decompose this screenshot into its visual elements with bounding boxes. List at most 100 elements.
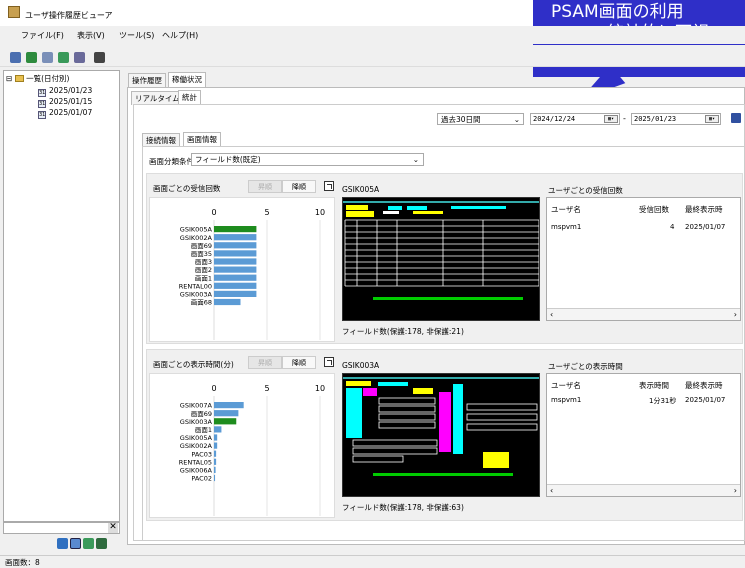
binoculars-icon[interactable]: [94, 52, 105, 63]
category-label: GSIK006A: [180, 467, 213, 475]
grid-header[interactable]: ユーザ名: [551, 380, 581, 391]
expand-icon[interactable]: [324, 181, 334, 191]
grid-header[interactable]: 受信回数: [639, 204, 669, 215]
bar[interactable]: [214, 226, 257, 233]
view-icon-1[interactable]: [57, 538, 68, 549]
grid-cell[interactable]: mspvm1: [551, 223, 581, 231]
category-label: 画面1: [195, 274, 212, 282]
horizontal-scrollbar[interactable]: ‹ ›: [547, 484, 740, 496]
tab-operation-history[interactable]: 操作履歴: [128, 73, 166, 87]
axis-tick-label: 5: [264, 384, 269, 393]
calendar-icon: 31: [38, 89, 46, 97]
tab-realtime[interactable]: リアルタイム: [131, 91, 184, 105]
bar[interactable]: [214, 274, 257, 281]
category-label: RENTAL00: [179, 282, 212, 290]
sort-ascending-button[interactable]: 昇順: [248, 356, 282, 369]
expand-icon[interactable]: [324, 357, 334, 367]
calendar-dropdown-icon: ▦▾: [705, 115, 719, 123]
bar[interactable]: [214, 402, 244, 409]
refresh-icon[interactable]: [26, 52, 37, 63]
date-from-field[interactable]: 2024/12/24 ▦▾: [530, 113, 620, 125]
grid-cell[interactable]: 4: [670, 223, 674, 231]
tree-item-date[interactable]: 31 2025/01/23: [38, 86, 92, 97]
menu-help[interactable]: ヘルプ(H): [162, 30, 198, 41]
tab-statistics[interactable]: 統計: [178, 90, 201, 105]
app-icon: [8, 6, 20, 18]
bar[interactable]: [214, 266, 257, 273]
screen-preview: [342, 197, 540, 321]
bar[interactable]: [214, 442, 218, 449]
scroll-right-icon: ›: [733, 310, 737, 319]
bar[interactable]: [214, 434, 218, 441]
tab-screen-info[interactable]: 画面情報: [183, 132, 221, 147]
bar[interactable]: [214, 242, 257, 249]
bar[interactable]: [214, 450, 217, 457]
filter-icon[interactable]: [58, 52, 69, 63]
tab-operation-status[interactable]: 稼働状況: [168, 72, 206, 88]
sort-descending-button[interactable]: 降順: [282, 180, 316, 193]
axis-tick-label: 0: [211, 208, 216, 217]
horizontal-scrollbar[interactable]: ‹ ›: [547, 308, 740, 320]
scroll-left-icon: ‹: [550, 310, 554, 319]
menu-file[interactable]: ファイル(F): [21, 30, 64, 41]
sort-ascending-button[interactable]: 昇順: [248, 180, 282, 193]
grid-cell[interactable]: 2025/01/07: [685, 223, 725, 231]
bar[interactable]: [214, 250, 257, 257]
calendar-icon: 31: [38, 100, 46, 108]
display-user-grid: ユーザ名 表示時間 最終表示時 mspvm1 1分31秒 2025/01/07 …: [546, 373, 741, 497]
tree-root[interactable]: ⊟ 一覧(日付別): [6, 73, 69, 84]
toolbar: [0, 45, 745, 67]
category-label: 画面35: [191, 250, 212, 258]
date-separator: -: [623, 114, 626, 123]
grid-header[interactable]: 最終表示時: [685, 380, 723, 391]
condition-label: 画面分類条件: [149, 157, 194, 166]
calendar-icon: 31: [38, 111, 46, 119]
export-icon[interactable]: [42, 52, 53, 63]
grid-cell[interactable]: mspvm1: [551, 396, 581, 404]
category-label: 画面69: [191, 410, 212, 418]
bar[interactable]: [214, 234, 257, 241]
range-select[interactable]: 過去30日間 ⌄: [437, 113, 524, 125]
bar[interactable]: [214, 258, 257, 265]
view-icon-4[interactable]: [96, 538, 107, 549]
axis-tick-label: 10: [315, 208, 325, 217]
menu-view[interactable]: 表示(V): [77, 30, 105, 41]
tab-connection-info[interactable]: 接続情報: [142, 133, 180, 147]
open-icon[interactable]: [10, 52, 21, 63]
grid-header[interactable]: 最終表示時: [685, 204, 723, 215]
settings-icon[interactable]: [74, 52, 85, 63]
bar[interactable]: [214, 298, 241, 306]
category-label: GSIK005A: [180, 226, 213, 234]
view-icon-3[interactable]: [83, 538, 94, 549]
date-to-field[interactable]: 2025/01/23 ▦▾: [631, 113, 721, 125]
bar[interactable]: [214, 426, 222, 433]
bar[interactable]: [214, 474, 216, 482]
receive-chart: 0 5 10 GSIK005A GSIK002A 画面69 画面35 画面3 画面2 画面1 REN…: [149, 197, 335, 342]
bar[interactable]: [214, 282, 257, 289]
tree-input[interactable]: [3, 522, 120, 534]
tree-item-date[interactable]: 31 2025/01/07: [38, 108, 92, 119]
grid-cell[interactable]: 1分31秒: [649, 396, 676, 406]
calendar-dropdown-icon: ▦▾: [604, 115, 618, 123]
category-label: PAC02: [191, 475, 212, 483]
scroll-right-icon: ›: [733, 486, 737, 495]
bar[interactable]: [214, 410, 239, 417]
bar[interactable]: [214, 466, 216, 473]
collapse-icon[interactable]: ⊟: [6, 74, 12, 83]
category-label: GSIK003A: [180, 418, 213, 426]
grid-header[interactable]: ユーザ名: [551, 204, 581, 215]
save-icon[interactable]: [731, 113, 741, 123]
bar[interactable]: [214, 418, 237, 425]
menu-tools[interactable]: ツール(S): [119, 30, 154, 41]
condition-select[interactable]: フィールド数(既定) ⌄: [191, 153, 424, 166]
bar[interactable]: [214, 458, 217, 465]
bar[interactable]: [214, 290, 257, 297]
display-field-info: フィールド数(保護:178, 非保護:63): [342, 503, 464, 512]
sort-descending-button[interactable]: 降順: [282, 356, 316, 369]
close-icon[interactable]: ✕: [108, 523, 118, 533]
tree-item-date[interactable]: 31 2025/01/15: [38, 97, 92, 108]
grid-cell[interactable]: 2025/01/07: [685, 396, 725, 404]
view-icon-2[interactable]: [70, 538, 81, 549]
folder-icon: [14, 75, 24, 82]
grid-header[interactable]: 表示時間: [639, 380, 669, 391]
